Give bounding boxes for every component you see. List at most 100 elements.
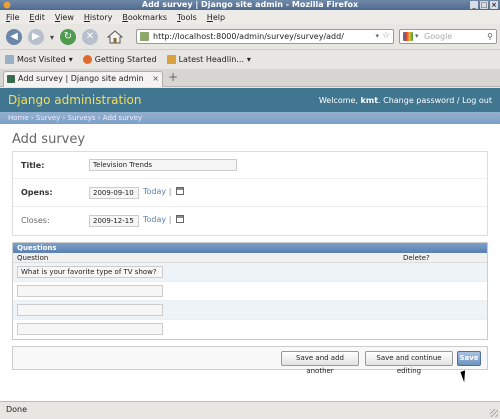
bookmark-most-visited[interactable]: Most Visited ▾ (5, 55, 73, 64)
bookmark-latest-headlines[interactable]: Latest Headlin... ▾ (166, 55, 251, 64)
breadcrumb-home[interactable]: Home (8, 114, 29, 122)
firefox-icon (82, 55, 92, 64)
question-input[interactable] (17, 285, 163, 297)
breadcrumb: Home › Survey › Surveys › Add survey (0, 112, 500, 124)
save-and-add-another-button[interactable]: Save and add another (281, 351, 359, 375)
url-bar[interactable]: http://localhost:8000/admin/survey/surve… (136, 29, 394, 44)
site-brand[interactable]: Django administration (8, 93, 141, 107)
calendar-icon[interactable] (175, 187, 184, 195)
save-and-continue-button[interactable]: Save and continue editing (365, 351, 453, 375)
closes-date-input[interactable]: 2009-12-15 (89, 215, 139, 227)
url-text: http://localhost:8000/admin/survey/surve… (153, 32, 344, 41)
opens-row: Opens: 2009-09-10 Today | (13, 179, 487, 207)
new-tab-icon[interactable]: + (168, 70, 178, 84)
questions-column-headers: Question Delete? (13, 253, 487, 263)
search-icon[interactable]: ⚲ (487, 30, 493, 43)
site-favicon-icon (140, 32, 149, 41)
title-input[interactable]: Television Trends (89, 159, 237, 171)
bookmark-label: Latest Headlin... (178, 55, 244, 64)
closes-row: Closes: 2009-12-15 Today | (13, 207, 487, 235)
bookmark-star-icon[interactable]: ☆ (382, 30, 390, 43)
page-viewport: Django administration Welcome, kmt. Chan… (0, 88, 500, 401)
home-button[interactable] (106, 28, 124, 46)
breadcrumb-separator: › (95, 114, 103, 122)
question-input[interactable] (17, 304, 163, 316)
username: kmt (360, 96, 379, 105)
question-row (13, 301, 487, 320)
question-input[interactable]: What is your favorite type of TV show? (17, 266, 163, 278)
history-dropdown-button[interactable]: ▾ (50, 28, 54, 46)
questions-inline: Questions Question Delete? What is your … (12, 242, 488, 340)
opens-date-shortcuts: Today | (143, 187, 184, 196)
menu-help[interactable]: Help (207, 13, 225, 22)
search-placeholder: Google (424, 32, 453, 41)
menu-tools[interactable]: Tools (177, 13, 197, 22)
breadcrumb-current: Add survey (102, 114, 143, 122)
search-input[interactable]: ▾ Google ⚲ (399, 29, 497, 44)
tab-close-icon[interactable]: × (152, 72, 159, 86)
question-column-header: Question (17, 254, 49, 262)
tab-label: Add survey | Django site admin (18, 74, 144, 83)
bookmark-getting-started[interactable]: Getting Started (82, 55, 157, 64)
home-icon (106, 30, 124, 44)
resize-grip-icon[interactable] (490, 409, 498, 417)
engine-dropdown-icon[interactable]: ▾ (415, 30, 419, 43)
opens-date-input[interactable]: 2009-09-10 (89, 187, 139, 199)
title-row: Title: Television Trends (13, 152, 487, 179)
bookmark-label: Getting Started (94, 55, 157, 64)
breadcrumb-survey[interactable]: Survey (36, 114, 60, 122)
change-password-link[interactable]: Change password (383, 96, 454, 105)
minimize-icon[interactable]: _ (470, 1, 478, 9)
folder-icon (5, 55, 14, 64)
reload-button[interactable]: ↻ (60, 28, 76, 46)
menu-bookmarks[interactable]: Bookmarks (122, 13, 167, 22)
question-row (13, 282, 487, 301)
welcome-text: Welcome, (318, 96, 358, 105)
tab-add-survey[interactable]: Add survey | Django site admin × (3, 71, 163, 87)
question-input[interactable] (17, 323, 163, 335)
tab-bar: Add survey | Django site admin × + (0, 69, 500, 87)
logout-link[interactable]: Log out (462, 96, 492, 105)
delete-column-header: Delete? (403, 254, 430, 262)
stop-icon: ✕ (82, 29, 98, 45)
url-dropdown-icon[interactable]: ▾ (375, 30, 379, 43)
menu-history[interactable]: History (84, 13, 112, 22)
closes-today-link[interactable]: Today (143, 215, 166, 224)
breadcrumb-surveys[interactable]: Surveys (68, 114, 96, 122)
forward-button[interactable]: ▶ (28, 28, 44, 46)
opens-label: Opens: (21, 188, 53, 197)
status-bar: Done (0, 401, 500, 419)
menu-edit[interactable]: Edit (29, 13, 45, 22)
opens-today-link[interactable]: Today (143, 187, 166, 196)
title-label: Title: (21, 161, 45, 170)
date-separator: | (168, 215, 172, 224)
question-row (13, 320, 487, 339)
menu-file[interactable]: File (6, 13, 19, 22)
question-row: What is your favorite type of TV show? (13, 263, 487, 282)
save-button[interactable]: Save (457, 351, 481, 366)
user-tools: Welcome, kmt. Change password / Log out (318, 96, 492, 105)
close-icon[interactable]: × (490, 1, 498, 9)
survey-fieldset: Title: Television Trends Opens: 2009-09-… (12, 151, 488, 236)
bookmark-label: Most Visited (17, 55, 66, 64)
closes-date-shortcuts: Today | (143, 215, 184, 224)
menu-bar: File Edit View History Bookmarks Tools H… (0, 10, 500, 24)
back-button[interactable]: ◀ (6, 28, 22, 46)
window-menu-icon[interactable] (3, 1, 11, 9)
user-tools-separator: / (454, 96, 463, 105)
stop-button[interactable]: ✕ (82, 28, 98, 46)
closes-label: Closes: (21, 216, 50, 225)
content-area: Add survey Title: Television Trends Open… (0, 124, 500, 375)
django-favicon-icon (7, 75, 15, 83)
calendar-icon[interactable] (175, 215, 184, 223)
navigation-toolbar: ◀ ▶ ▾ ↻ ✕ http://localhost:8000/admin/su… (0, 24, 500, 50)
back-arrow-icon: ◀ (6, 29, 22, 45)
breadcrumb-separator: › (28, 114, 36, 122)
bookmarks-toolbar: Most Visited ▾ Getting Started Latest He… (0, 51, 500, 68)
chevron-down-icon: ▾ (50, 32, 55, 42)
google-engine-icon[interactable] (403, 32, 413, 41)
maximize-icon[interactable]: □ (480, 1, 488, 9)
forward-arrow-icon: ▶ (28, 29, 44, 45)
date-separator: | (168, 187, 172, 196)
menu-view[interactable]: View (55, 13, 74, 22)
